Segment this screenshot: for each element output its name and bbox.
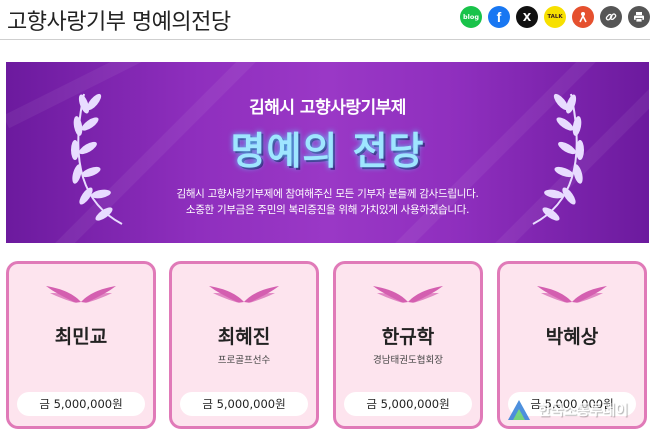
donor-name: 최혜진	[217, 326, 271, 348]
wings-icon	[537, 286, 607, 303]
blog-share-button[interactable]: blog	[460, 6, 482, 28]
wings-icon	[373, 286, 443, 303]
link-copy-button[interactable]	[600, 6, 622, 28]
banner-subtitle: 김해시 고향사랑기부제	[249, 98, 406, 118]
publisher-logo-icon	[508, 400, 530, 420]
facebook-icon: f	[496, 9, 502, 25]
banner-title: 명예의 전당	[230, 129, 425, 173]
x-icon: X	[522, 10, 532, 24]
donor-name: 최민교	[54, 326, 108, 348]
kakaostory-share-button[interactable]	[572, 6, 594, 28]
print-button[interactable]	[628, 6, 650, 28]
page-title: 고향사랑기부 명예의전당	[7, 10, 231, 35]
kakaotalk-icon: TALK	[547, 14, 563, 20]
donor-name: 박혜상	[545, 326, 599, 348]
donor-role: 경남태권도협회장	[373, 355, 443, 366]
donor-role: 프로골프선수	[217, 355, 271, 366]
banner-description-line-2: 소중한 기부금은 주민의 복리증진을 위해 가치있게 사용하겠습니다.	[185, 204, 470, 216]
watermark-text: 한국소통투데이	[538, 403, 629, 419]
donation-amount: 금 5,000,000원	[344, 392, 472, 416]
donation-amount: 금 5,000,000원	[180, 392, 308, 416]
x-share-button[interactable]: X	[516, 6, 538, 28]
publisher-watermark: 한국소통투데이	[504, 394, 664, 424]
donor-name: 한규학	[381, 326, 435, 348]
donation-amount: 금 5,000,000원	[17, 392, 145, 416]
donor-card[interactable]: 한규학 경남태권도협회장 금 5,000,000원	[333, 261, 483, 429]
wings-icon	[209, 286, 279, 303]
donor-card[interactable]: 최민교 금 5,000,000원	[6, 261, 156, 429]
kakaostory-icon	[579, 12, 587, 23]
hall-of-fame-banner: 김해시 고향사랑기부제 명예의 전당 김해시 고향사랑기부제에 참여해주신 모든…	[6, 62, 649, 243]
banner-description-line-1: 김해시 고향사랑기부제에 참여해주신 모든 기부자 분들께 감사드립니다.	[176, 188, 479, 200]
donor-card[interactable]: 최혜진 프로골프선수 금 5,000,000원	[169, 261, 319, 429]
wings-icon	[46, 286, 116, 303]
facebook-share-button[interactable]: f	[488, 6, 510, 28]
blog-icon: blog	[463, 13, 479, 21]
link-icon	[605, 13, 617, 21]
kakaotalk-share-button[interactable]: TALK	[544, 6, 566, 28]
print-icon	[634, 12, 644, 23]
page-header: 고향사랑기부 명예의전당 blog f X TALK	[0, 0, 650, 40]
share-bar: blog f X TALK	[460, 6, 650, 28]
